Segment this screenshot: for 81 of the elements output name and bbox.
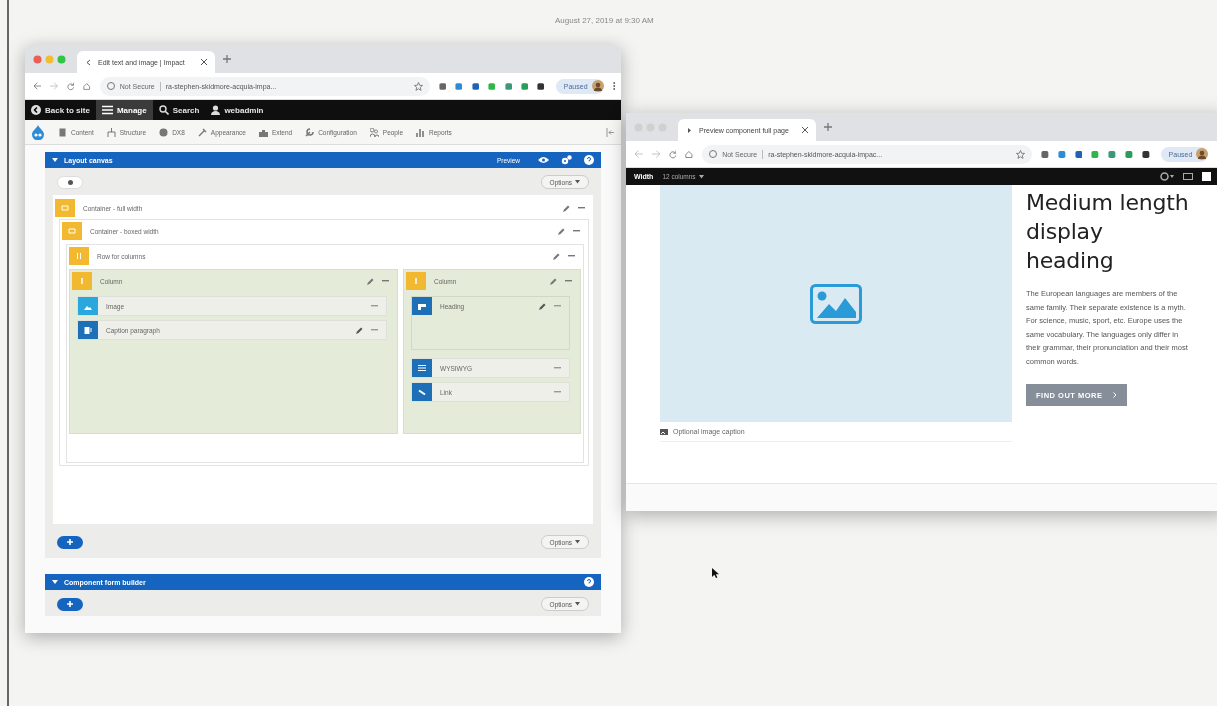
minus-icon[interactable] [573, 230, 580, 232]
home-icon[interactable] [83, 81, 91, 91]
edit-icon[interactable] [367, 277, 374, 285]
menu-item-icon [159, 127, 169, 137]
toolbar-link[interactable]: Back to site [25, 100, 96, 120]
collapse-icon[interactable] [606, 127, 615, 137]
edit-icon[interactable] [563, 204, 570, 212]
person-icon [211, 105, 221, 115]
back-icon [31, 105, 41, 115]
menu-item-icon [369, 127, 379, 137]
help-icon[interactable] [584, 155, 594, 165]
row-icon [69, 247, 89, 265]
favicon-icon [85, 58, 92, 66]
minus-icon[interactable] [565, 280, 572, 282]
caret-icon [52, 579, 58, 585]
back-icon[interactable] [635, 150, 643, 158]
dot-icon [67, 179, 73, 185]
plus-icon [67, 601, 73, 607]
container-icon [62, 222, 82, 240]
minus-icon[interactable] [568, 255, 575, 257]
star-icon[interactable] [1016, 149, 1026, 159]
menu-item-icon [106, 127, 116, 137]
add-button[interactable] [57, 535, 83, 549]
column-icon [72, 272, 92, 290]
gear-icon[interactable] [1160, 172, 1174, 181]
search-icon [158, 105, 169, 115]
minus-icon[interactable] [382, 280, 389, 282]
minus-icon[interactable] [371, 329, 378, 331]
help-icon[interactable] [584, 577, 594, 587]
reload-icon[interactable] [668, 149, 677, 159]
avatar-icon [591, 80, 604, 92]
cursor-icon [712, 568, 719, 578]
add-button[interactable] [57, 597, 83, 611]
reload-icon[interactable] [66, 81, 75, 91]
favicon-icon [686, 126, 693, 134]
menu-item-icon [258, 127, 268, 137]
toolbar-link[interactable]: Search [152, 100, 206, 120]
menu-icon [101, 105, 113, 115]
menu-item-icon [416, 127, 426, 137]
info-icon [709, 150, 718, 158]
eye-icon[interactable] [538, 156, 549, 164]
close-icon[interactable] [802, 127, 808, 133]
gears-icon[interactable] [561, 155, 572, 165]
column-icon [406, 272, 426, 290]
new-tab-icon[interactable] [824, 123, 832, 131]
minus-icon[interactable] [554, 367, 561, 369]
edit-icon[interactable] [558, 227, 565, 235]
caret-icon [698, 174, 704, 179]
avatar-icon [1196, 148, 1209, 160]
caret-icon [52, 157, 58, 163]
edit-icon[interactable] [553, 252, 560, 260]
edit-icon[interactable] [356, 326, 363, 334]
minus-icon[interactable] [578, 207, 585, 209]
menu-icon[interactable] [612, 81, 616, 91]
chevron-icon [1112, 392, 1117, 398]
minus-icon[interactable] [371, 305, 378, 307]
toolbar-link[interactable]: webadmin [205, 100, 270, 120]
menu-item-icon [197, 127, 207, 137]
image-icon [660, 428, 668, 435]
star-icon[interactable] [413, 81, 423, 91]
caret-icon [575, 540, 580, 544]
minus-icon[interactable] [554, 391, 561, 393]
monitor-icon[interactable] [1183, 172, 1193, 181]
edit-icon[interactable] [539, 302, 546, 310]
caret-icon [575, 180, 580, 184]
menu-item-icon [58, 127, 67, 137]
new-tab-icon[interactable] [223, 55, 231, 63]
info-icon [106, 82, 115, 90]
drop-logo-icon[interactable] [31, 124, 45, 140]
close-icon[interactable] [201, 59, 207, 65]
home-icon[interactable] [685, 149, 694, 159]
add-button[interactable] [57, 175, 83, 189]
back-icon[interactable] [34, 82, 42, 90]
plus-icon [67, 539, 73, 545]
timestamp: August 27, 2019 at 9:30 AM [555, 16, 654, 25]
edit-icon[interactable] [550, 277, 557, 285]
display-heading: Medium length display heading [1026, 189, 1190, 275]
toolbar-link[interactable]: Manage [95, 100, 153, 120]
image-icon [810, 283, 862, 324]
menu-item-icon [305, 127, 315, 137]
caret-icon [575, 602, 580, 606]
